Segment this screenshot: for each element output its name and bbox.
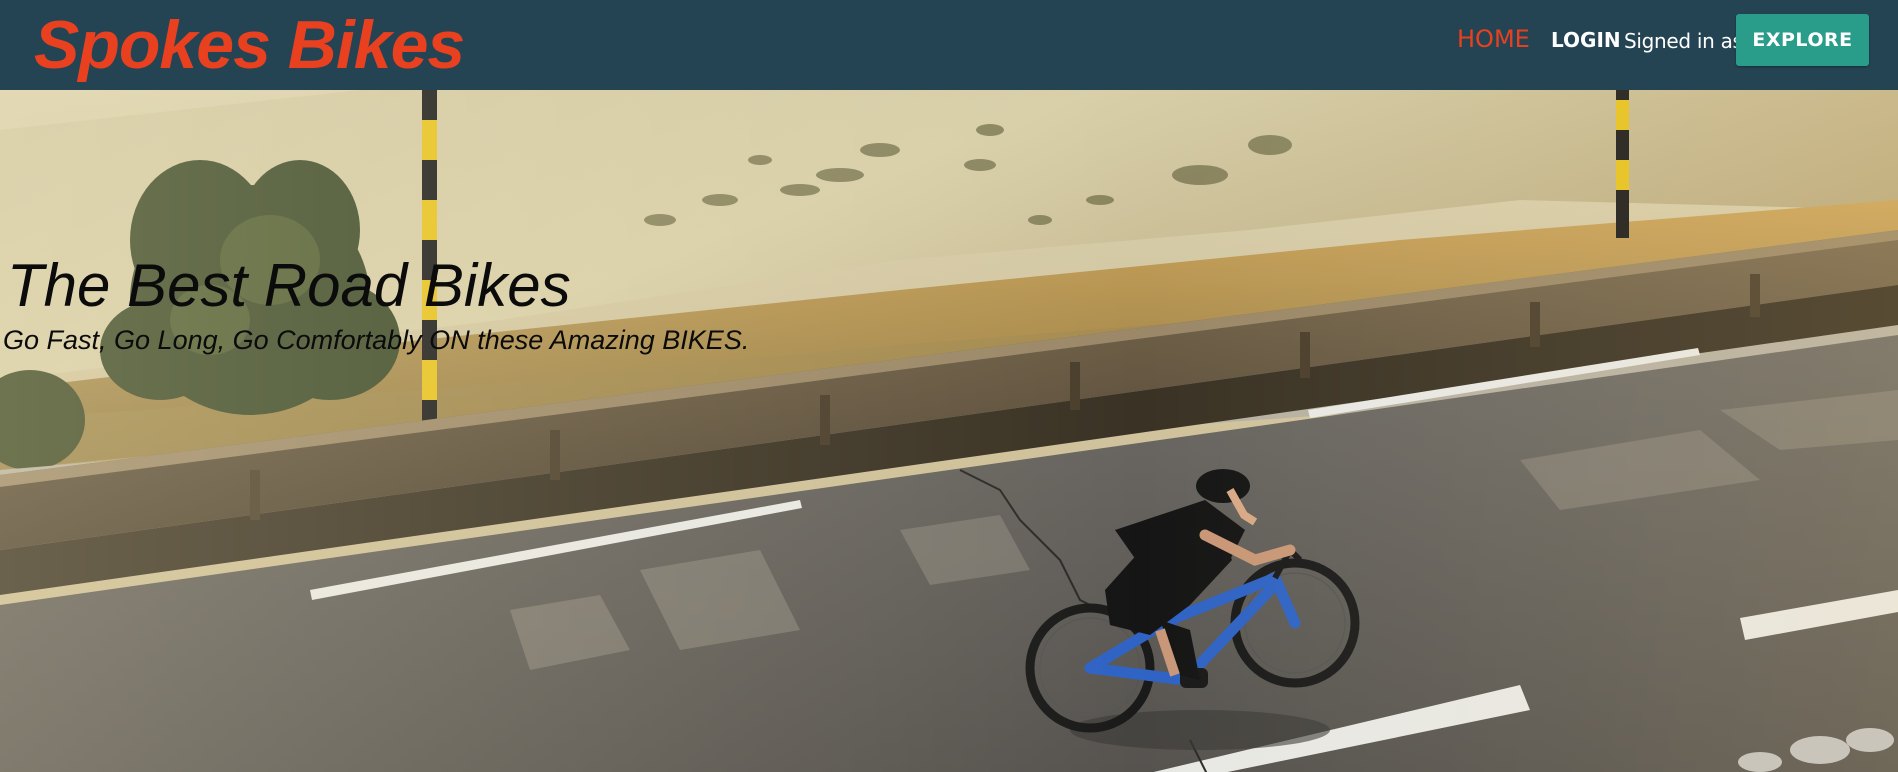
- hero-background-image: [0, 90, 1898, 772]
- explore-button[interactable]: EXPLORE: [1736, 14, 1869, 66]
- hero-subtitle: Go Fast, Go Long, Go Comfortably ON thes…: [3, 325, 750, 355]
- hero-title: The Best Road Bikes: [7, 252, 571, 319]
- nav-home-link[interactable]: HOME: [1457, 22, 1530, 56]
- brand-logo[interactable]: Spokes Bikes: [34, 4, 465, 86]
- signed-in-label: Signed in as:: [1624, 29, 1750, 53]
- navbar: Spokes Bikes HOME LOGIN Signed in as: EX…: [0, 0, 1898, 90]
- hero-banner: The Best Road Bikes Go Fast, Go Long, Go…: [0, 90, 1898, 772]
- nav-login-link[interactable]: LOGIN: [1551, 24, 1621, 56]
